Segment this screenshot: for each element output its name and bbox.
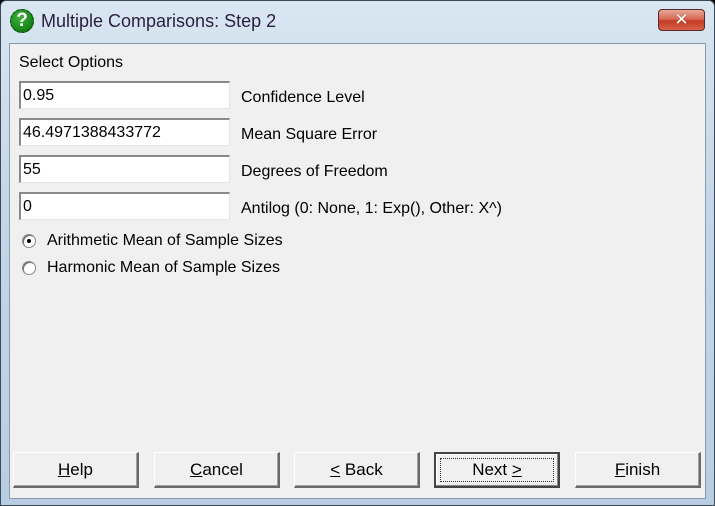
radio-button-unchecked[interactable] bbox=[22, 261, 36, 275]
close-icon: ✕ bbox=[674, 10, 689, 29]
button-label: Next bbox=[472, 460, 512, 479]
button-label: elp bbox=[70, 459, 93, 479]
mean-square-error-input[interactable] bbox=[19, 118, 230, 146]
radio-label[interactable]: Arithmetic Mean of Sample Sizes bbox=[47, 232, 283, 250]
next-button[interactable]: Next > bbox=[434, 452, 560, 488]
degrees-of-freedom-input[interactable] bbox=[19, 155, 230, 183]
radio-label[interactable]: Harmonic Mean of Sample Sizes bbox=[47, 259, 280, 277]
mnemonic: > bbox=[511, 460, 522, 479]
confidence-level-input[interactable] bbox=[19, 81, 230, 109]
dialog-client-area: Select Options Confidence Level Mean Squ… bbox=[9, 43, 706, 499]
close-button[interactable]: ✕ bbox=[658, 9, 705, 31]
mnemonic: C bbox=[190, 459, 203, 479]
button-label: inish bbox=[625, 459, 661, 479]
button-label: Back bbox=[340, 459, 383, 479]
back-button[interactable]: < Back bbox=[294, 452, 420, 488]
antilog-input[interactable] bbox=[19, 192, 230, 220]
mnemonic: < bbox=[330, 459, 341, 479]
section-label: Select Options bbox=[19, 54, 124, 71]
antilog-label: Antilog (0: None, 1: Exp(), Other: X^) bbox=[241, 200, 502, 217]
cancel-button[interactable]: Cancel bbox=[154, 452, 280, 488]
confidence-level-label: Confidence Level bbox=[241, 89, 365, 106]
degrees-of-freedom-label: Degrees of Freedom bbox=[241, 163, 388, 180]
window-title: Multiple Comparisons: Step 2 bbox=[41, 11, 277, 31]
mnemonic: F bbox=[614, 459, 626, 479]
mnemonic: H bbox=[58, 459, 71, 479]
button-label: ancel bbox=[202, 459, 243, 479]
dialog-window: ? Multiple Comparisons: Step 2 ✕ Select … bbox=[0, 0, 715, 506]
finish-button[interactable]: Finish bbox=[575, 452, 701, 488]
radio-button-checked[interactable] bbox=[22, 234, 36, 248]
title-bar[interactable]: ? Multiple Comparisons: Step 2 ✕ bbox=[1, 1, 714, 43]
help-button[interactable]: Help bbox=[13, 452, 139, 488]
mean-square-error-label: Mean Square Error bbox=[241, 126, 378, 143]
help-question-icon: ? bbox=[10, 9, 34, 33]
